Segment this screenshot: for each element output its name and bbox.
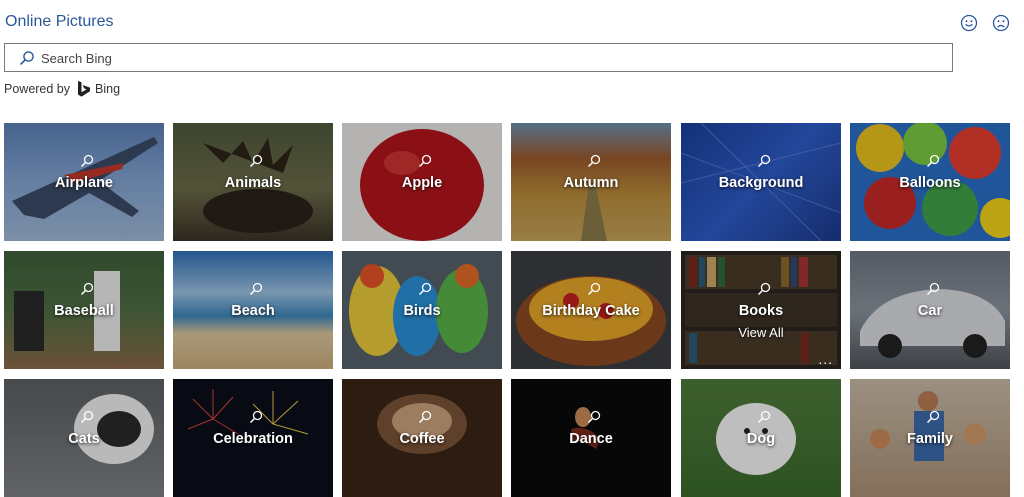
tile-balloons[interactable]: Balloons xyxy=(850,123,1010,241)
search-icon xyxy=(926,410,940,424)
search-icon xyxy=(249,154,263,168)
search-icon xyxy=(249,410,263,424)
tile-label: Airplane xyxy=(54,175,113,191)
search-icon xyxy=(418,282,432,296)
tile-birthday-cake[interactable]: Birthday Cake xyxy=(511,251,671,369)
search-icon xyxy=(926,154,940,168)
tile-apple[interactable]: Apple xyxy=(342,123,502,241)
more-options-button[interactable]: ... xyxy=(818,351,833,367)
tile-books[interactable]: Books View All ... xyxy=(681,251,841,369)
search-icon xyxy=(926,282,940,296)
tile-label: Car xyxy=(917,303,943,319)
view-all-link[interactable]: View All xyxy=(681,325,841,340)
search-icon xyxy=(80,154,94,168)
tile-animals[interactable]: Animals xyxy=(173,123,333,241)
search-icon xyxy=(80,282,94,296)
tile-label: Birthday Cake xyxy=(542,303,640,319)
tile-label: Books xyxy=(738,303,784,319)
search-icon xyxy=(418,410,432,424)
tile-label: Background xyxy=(718,175,804,191)
tile-car[interactable]: Car xyxy=(850,251,1010,369)
tile-background[interactable]: Background xyxy=(681,123,841,241)
tile-airplane[interactable]: Airplane xyxy=(4,123,164,241)
tile-autumn[interactable]: Autumn xyxy=(511,123,671,241)
tile-label: Animals xyxy=(224,175,282,191)
search-icon xyxy=(587,154,601,168)
tile-celebration[interactable]: Celebration xyxy=(173,379,333,497)
tile-dance[interactable]: Dance xyxy=(511,379,671,497)
tile-label: Beach xyxy=(231,303,275,319)
tile-dog[interactable]: Dog xyxy=(681,379,841,497)
category-grid: Airplane Animals Apple Autumn Background… xyxy=(0,0,1024,497)
search-icon xyxy=(80,410,94,424)
tile-label: Balloons xyxy=(899,175,961,191)
tile-label: Birds xyxy=(403,303,441,319)
search-icon xyxy=(587,410,601,424)
search-icon xyxy=(418,154,432,168)
tile-baseball[interactable]: Baseball xyxy=(4,251,164,369)
tile-coffee[interactable]: Coffee xyxy=(342,379,502,497)
tile-beach[interactable]: Beach xyxy=(173,251,333,369)
search-icon xyxy=(757,410,771,424)
search-icon xyxy=(249,282,263,296)
search-icon xyxy=(757,154,771,168)
tile-label: Autumn xyxy=(563,175,619,191)
tile-label: Baseball xyxy=(54,303,114,319)
search-icon xyxy=(587,282,601,296)
tile-family[interactable]: Family xyxy=(850,379,1010,497)
tile-label: Apple xyxy=(401,175,443,191)
tile-birds[interactable]: Birds xyxy=(342,251,502,369)
tile-cats[interactable]: Cats xyxy=(4,379,164,497)
search-icon xyxy=(757,282,771,296)
